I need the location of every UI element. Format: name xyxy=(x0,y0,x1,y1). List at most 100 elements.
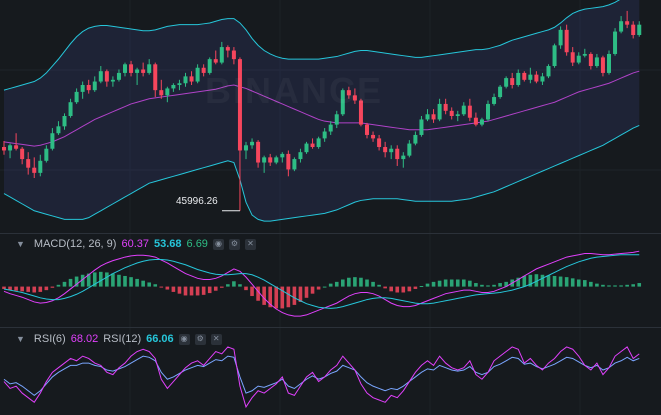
macd-histogram-bar xyxy=(540,274,545,287)
macd-histogram-bar xyxy=(607,285,611,287)
candle-body xyxy=(92,81,97,91)
candle-body xyxy=(467,105,472,118)
macd-histogram-bar xyxy=(44,286,49,291)
macd-dif-value: 60.37 xyxy=(121,238,149,250)
candle-body xyxy=(419,119,424,135)
macd-histogram-bar xyxy=(395,286,400,293)
candle-body xyxy=(8,145,13,151)
candle-body xyxy=(141,69,146,73)
macd-histogram-bar xyxy=(498,283,502,287)
gear-icon[interactable]: ⚙ xyxy=(228,238,240,250)
candle-body xyxy=(334,114,339,125)
macd-histogram-bar xyxy=(141,280,145,287)
macd-histogram-bar xyxy=(292,286,297,305)
candle-body xyxy=(74,91,79,103)
close-icon[interactable]: ✕ xyxy=(244,238,256,250)
candle-body xyxy=(613,31,618,54)
macd-histogram-bar xyxy=(601,284,605,287)
eye-icon[interactable]: ◉ xyxy=(178,333,190,345)
candle-body xyxy=(104,71,109,82)
candle-body xyxy=(558,29,563,46)
candle-body xyxy=(86,84,91,91)
macd-histogram-bar xyxy=(220,286,224,288)
candle-body xyxy=(619,21,624,32)
macd-histogram-bar xyxy=(26,286,30,292)
gear-icon[interactable]: ⚙ xyxy=(194,333,206,345)
rsi12-value: 66.06 xyxy=(146,333,174,345)
macd-histogram-bar xyxy=(637,283,642,287)
macd-hist-value: 6.69 xyxy=(186,238,208,250)
candle-body xyxy=(449,110,454,116)
macd-histogram-bar xyxy=(389,286,393,292)
macd-histogram-bar xyxy=(613,285,617,287)
candle-body xyxy=(564,29,569,53)
macd-histogram-bar xyxy=(341,279,345,287)
candle-body xyxy=(123,64,127,73)
candle-body xyxy=(522,72,527,80)
macd-histogram-bar xyxy=(595,283,599,287)
eye-icon[interactable]: ◉ xyxy=(212,238,224,250)
macd-histogram-bar xyxy=(437,280,442,287)
rsi12-line xyxy=(3,355,640,397)
candle-body xyxy=(455,114,460,116)
candle-body xyxy=(461,105,466,115)
macd-histogram-bar xyxy=(564,277,569,287)
candle-body xyxy=(38,160,43,173)
macd-histogram-bar xyxy=(383,286,387,289)
macd-histogram-bar xyxy=(99,271,103,287)
low-price-label: 45996.26 xyxy=(176,196,218,207)
candle-body xyxy=(383,147,388,153)
macd-histogram-bar xyxy=(207,286,212,294)
collapse-caret-icon[interactable]: ▼ xyxy=(16,239,25,249)
macd-histogram-bar xyxy=(583,280,587,287)
macd-histogram-bar xyxy=(238,284,242,287)
candle-body xyxy=(371,134,376,139)
candle-body xyxy=(389,148,394,153)
macd-histogram-bar xyxy=(2,286,6,289)
candle-body xyxy=(292,159,297,170)
candle-body xyxy=(576,55,581,63)
candle-body xyxy=(213,59,218,63)
candle-body xyxy=(183,76,188,84)
candle-body xyxy=(80,84,85,92)
macd-histogram-bar xyxy=(68,278,73,287)
macd-histogram-bar xyxy=(371,281,375,287)
candle-body xyxy=(135,69,140,73)
macd-dea-value: 53.68 xyxy=(153,238,182,250)
candle-body xyxy=(528,74,533,80)
macd-histogram-bar xyxy=(165,286,170,290)
candle-body xyxy=(298,152,303,160)
macd-histogram-bar xyxy=(365,279,369,287)
candle-body xyxy=(98,71,103,82)
macd-histogram-bar xyxy=(425,283,430,287)
macd-histogram-bar xyxy=(552,275,557,287)
macd-histogram-bar xyxy=(576,279,581,287)
candle-body xyxy=(540,76,545,82)
chart-area[interactable] xyxy=(0,0,661,415)
candle-body xyxy=(516,72,521,85)
macd-histogram-bar xyxy=(359,277,363,287)
candle-body xyxy=(274,157,279,163)
macd-histogram-bar xyxy=(32,286,37,293)
collapse-caret-icon[interactable]: ▼ xyxy=(16,334,25,344)
candle-body xyxy=(165,88,170,96)
candle-body xyxy=(498,86,503,98)
candle-body xyxy=(552,45,557,67)
candle-body xyxy=(219,47,224,63)
macd-histogram-bar xyxy=(619,285,623,287)
macd-histogram-bar xyxy=(147,282,151,287)
macd-histogram-bar xyxy=(38,286,43,292)
watermark: BINANCE xyxy=(205,70,383,112)
macd-histogram-bar xyxy=(117,274,121,287)
macd-histogram-bar xyxy=(316,286,321,290)
close-icon[interactable]: ✕ xyxy=(210,333,222,345)
candle-body xyxy=(20,148,25,160)
candle-body xyxy=(153,64,158,91)
macd-histogram-bar xyxy=(226,284,230,287)
macd-histogram-bar xyxy=(304,286,309,298)
macd-histogram-bar xyxy=(328,283,333,287)
candle-body xyxy=(401,155,406,160)
macd-histogram-bar xyxy=(56,284,61,287)
macd-histogram-bar xyxy=(195,286,200,296)
macd-histogram-bar xyxy=(14,286,18,291)
